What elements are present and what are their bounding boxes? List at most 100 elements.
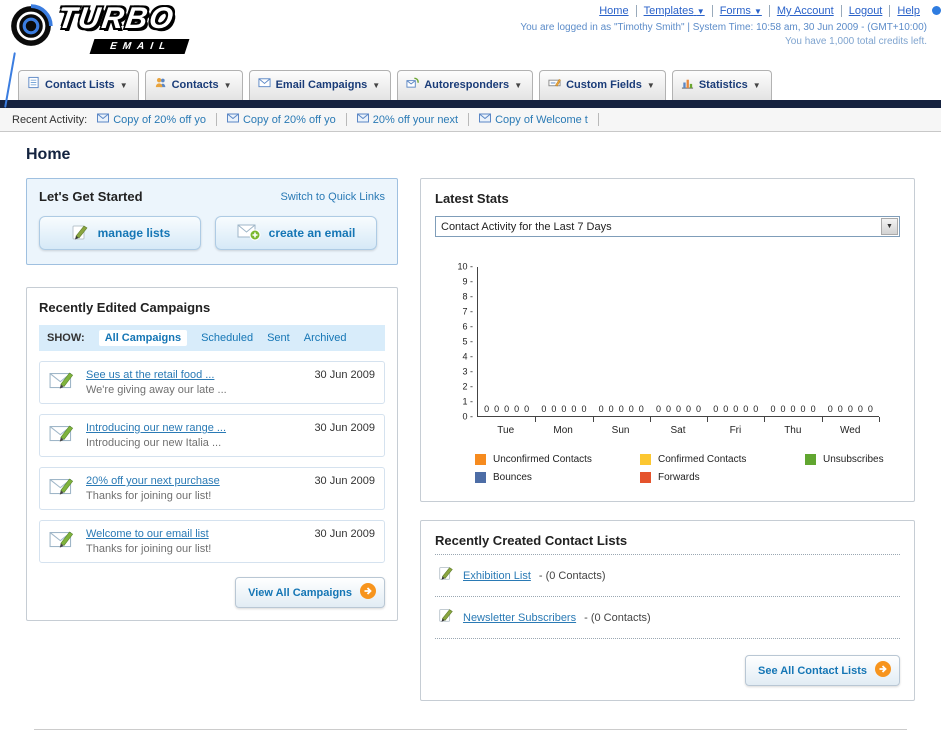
logo-text: TURBO: [55, 2, 178, 35]
envelope-icon: [97, 113, 110, 126]
see-all-contact-lists-button[interactable]: See All Contact Lists: [744, 655, 900, 686]
tab-email-campaigns[interactable]: Email Campaigns ▼: [248, 70, 392, 100]
contact-list-name-link[interactable]: Newsletter Subscribers: [463, 612, 576, 624]
legend-item: Bounces: [475, 472, 640, 483]
create-email-button[interactable]: create an email: [215, 216, 377, 250]
campaign-title-link[interactable]: Welcome to our email list: [86, 528, 211, 540]
bar-value-label: 0: [827, 404, 833, 414]
top-link-logout[interactable]: Logout: [840, 5, 890, 17]
bar-value-label: 0: [837, 404, 843, 414]
top-link-my-account[interactable]: My Account: [768, 5, 841, 17]
top-link-help[interactable]: Help: [889, 5, 927, 17]
recent-activity-item[interactable]: Copy of Welcome t: [479, 113, 599, 126]
pencil-icon: [70, 222, 90, 245]
bar-value-label: 0: [810, 404, 816, 414]
tab-contacts[interactable]: Contacts ▼: [144, 70, 243, 100]
recent-activity-label: Recent Activity:: [12, 113, 88, 126]
campaign-title-link[interactable]: 20% off your next purchase: [86, 475, 220, 487]
campaign-subtitle: Thanks for joining our list!: [86, 490, 212, 502]
stats-period-select[interactable]: Contact Activity for the Last 7 Days ▼: [435, 216, 900, 237]
bar-value-label: 0: [551, 404, 557, 414]
legend-item: Forwards: [640, 472, 805, 483]
legend-swatch: [475, 454, 486, 465]
logo-swirl-icon: [8, 3, 54, 54]
top-link-home[interactable]: Home: [592, 5, 635, 17]
campaign-row[interactable]: Welcome to our email list Thanks for join…: [39, 520, 385, 563]
campaign-row[interactable]: Introducing our new range ... Introducing…: [39, 414, 385, 457]
chart-bar-group: 00000: [593, 267, 652, 422]
logo-subtext: EMAIL: [89, 39, 190, 54]
contact-list-item[interactable]: Exhibition List - (0 Contacts): [435, 554, 900, 597]
tab-autoresponders[interactable]: Autoresponders ▼: [397, 70, 534, 100]
chart-plot-area: 00000000000000000000000000000000000: [477, 267, 881, 422]
bar-value-label: 0: [618, 404, 624, 414]
bar-value-label: 0: [790, 404, 796, 414]
switch-quick-links-link[interactable]: Switch to Quick Links: [280, 191, 385, 203]
recent-activity-item[interactable]: Copy of 20% off yo: [97, 113, 217, 126]
recent-activity-item[interactable]: 20% off your next: [356, 113, 470, 126]
campaign-row[interactable]: 20% off your next purchase Thanks for joi…: [39, 467, 385, 510]
chart-legend: Unconfirmed Contacts Confirmed Contacts Un…: [475, 454, 900, 483]
chevron-down-icon: ▼: [646, 80, 655, 90]
y-tick-label: 5 -: [462, 336, 473, 347]
contact-list-name-link[interactable]: Exhibition List: [463, 570, 531, 582]
main-nav: Contact Lists ▼ Contacts ▼ Email Campaig…: [0, 62, 941, 100]
top-links: Home Templates ▼ Forms ▼ My Account Logout He…: [520, 5, 927, 17]
bar-value-label: 0: [494, 404, 500, 414]
bar-value-label: 0: [608, 404, 614, 414]
y-tick-label: 9 -: [462, 276, 473, 287]
y-tick-label: 2 -: [462, 381, 473, 392]
campaign-row[interactable]: See us at the retail food ... We're givin…: [39, 361, 385, 404]
filter-sent[interactable]: Sent: [267, 332, 290, 344]
top-link-templates[interactable]: Templates ▼: [635, 5, 712, 17]
filter-all-campaigns[interactable]: All Campaigns: [98, 330, 188, 346]
filter-archived[interactable]: Archived: [304, 332, 347, 344]
manage-lists-button[interactable]: manage lists: [39, 216, 201, 250]
top-link-forms[interactable]: Forms ▼: [711, 5, 769, 17]
y-tick-label: 3 -: [462, 366, 473, 377]
campaign-title-link[interactable]: See us at the retail food ...: [86, 369, 227, 381]
campaign-date: 30 Jun 2009: [314, 422, 375, 434]
footer-divider: [34, 729, 907, 749]
legend-label: Unconfirmed Contacts: [493, 454, 592, 465]
email-edit-icon: [49, 369, 77, 396]
campaign-subtitle: We're giving away our late ...: [86, 384, 227, 396]
filter-scheduled[interactable]: Scheduled: [201, 332, 253, 344]
bar-value-label: 0: [743, 404, 749, 414]
view-all-campaigns-button[interactable]: View All Campaigns: [235, 577, 385, 608]
y-tick-label: 7 -: [462, 306, 473, 317]
tab-statistics[interactable]: Statistics ▼: [671, 70, 772, 100]
recently-edited-campaigns-panel: Recently Edited Campaigns SHOW: All Camp…: [26, 287, 398, 621]
chevron-down-icon: ▼: [223, 80, 232, 90]
y-tick-label: 0 -: [462, 411, 473, 422]
campaigns-panel-title: Recently Edited Campaigns: [39, 300, 211, 315]
campaign-subtitle: Thanks for joining our list!: [86, 543, 212, 555]
tab-custom-fields[interactable]: Custom Fields ▼: [539, 70, 666, 100]
stats-chart: 0 -1 -2 -3 -4 -5 -6 -7 -8 -9 -10 - 00000…: [451, 262, 900, 436]
bar-value-label: 0: [867, 404, 873, 414]
tab-contact-lists[interactable]: Contact Lists ▼: [18, 70, 139, 100]
bar-value-label: 0: [800, 404, 806, 414]
bar-value-label: 0: [780, 404, 786, 414]
chart-bar-group: 00000: [478, 267, 537, 422]
recent-activity-item[interactable]: Copy of 20% off yo: [226, 113, 347, 126]
autoresponder-icon: [406, 76, 420, 94]
x-tick-label: Tue: [497, 425, 515, 436]
latest-stats-panel: Latest Stats Contact Activity for the La…: [420, 178, 915, 502]
email-edit-icon: [49, 475, 77, 502]
bar-value-label: 0: [514, 404, 520, 414]
bar-value-label: 0: [655, 404, 661, 414]
y-tick-label: 1 -: [462, 396, 473, 407]
chart-bar-group: 00000: [822, 267, 881, 422]
bar-value-label: 0: [847, 404, 853, 414]
legend-swatch: [640, 472, 651, 483]
page-title: Home: [26, 146, 71, 163]
nav-underline-bar: [0, 100, 941, 108]
app-logo[interactable]: TURBO EMAIL: [8, 2, 190, 54]
y-tick-label: 8 -: [462, 291, 473, 302]
legend-swatch: [640, 454, 651, 465]
get-started-title: Let's Get Started: [39, 189, 143, 204]
legend-label: Confirmed Contacts: [658, 454, 747, 465]
contact-list-item[interactable]: Newsletter Subscribers - (0 Contacts): [435, 597, 900, 639]
campaign-title-link[interactable]: Introducing our new range ...: [86, 422, 226, 434]
